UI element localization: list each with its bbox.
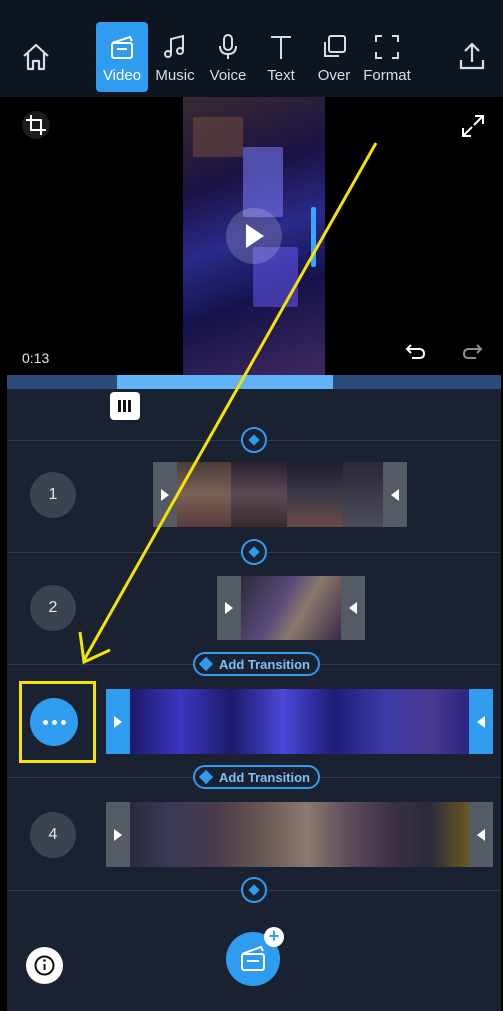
chevron-left-icon (477, 828, 485, 841)
play-icon (246, 224, 264, 248)
playback-time: 0:13 (22, 350, 50, 366)
trim-handle-left[interactable] (106, 802, 130, 867)
clip-number-badge[interactable]: 1 (30, 472, 76, 518)
trim-handle-right[interactable] (469, 802, 493, 867)
undo-button[interactable] (405, 341, 427, 361)
add-clip-button[interactable]: + (226, 927, 284, 986)
trim-handle-right[interactable] (383, 462, 407, 527)
clip-number-badge[interactable]: 4 (30, 812, 76, 858)
plus-icon: + (264, 927, 284, 947)
chevron-left-icon (391, 488, 399, 501)
chevron-right-icon (114, 828, 122, 841)
clapperboard-icon (111, 35, 133, 59)
redo-button[interactable] (461, 341, 483, 361)
add-transition-label: Add Transition (219, 769, 310, 785)
tab-text[interactable]: Text (255, 22, 307, 92)
chevron-right-icon (225, 602, 233, 614)
clip-number: 4 (48, 826, 58, 843)
expand-icon (462, 115, 484, 137)
highlight-box (19, 681, 96, 763)
play-button[interactable] (226, 208, 282, 264)
chevron-left-icon (349, 602, 357, 614)
trim-handle-right[interactable] (469, 689, 493, 754)
tab-label: Voice (209, 67, 247, 84)
add-transition-button[interactable]: Add Transition (193, 765, 320, 789)
add-transition-label: Add Transition (219, 656, 310, 672)
export-button[interactable] (456, 40, 488, 72)
crop-icon (26, 115, 46, 135)
top-toolbar: Video Music Voice Text Over Format (0, 0, 503, 97)
format-frame-icon (375, 35, 399, 59)
playhead-handle[interactable] (110, 392, 140, 420)
tab-label: Over (317, 67, 351, 84)
home-button[interactable] (20, 42, 52, 72)
transition-button[interactable] (241, 539, 267, 565)
chevron-right-icon (114, 715, 122, 728)
transition-button[interactable] (241, 427, 267, 453)
trim-handle-left[interactable] (217, 576, 241, 640)
overlay-icon (324, 35, 346, 57)
info-button[interactable] (26, 947, 63, 984)
clip-number: 2 (48, 599, 58, 616)
text-t-icon (271, 36, 291, 59)
transition-diamond-icon (198, 656, 214, 672)
tab-label: Format (363, 67, 411, 84)
tab-format[interactable]: Format (361, 22, 413, 92)
undo-icon (405, 344, 426, 359)
tab-video[interactable]: Video (96, 22, 148, 92)
redo-icon (462, 344, 483, 359)
upload-icon (459, 42, 485, 70)
crop-button[interactable] (22, 111, 50, 139)
chevron-right-icon (161, 488, 169, 501)
tab-music[interactable]: Music (149, 22, 201, 92)
tab-overlay[interactable]: Over (308, 22, 360, 92)
clip-strip-2[interactable] (217, 576, 365, 640)
scrub-selection (117, 375, 333, 389)
clip-strip-3-selected[interactable] (106, 689, 493, 754)
tab-label: Video (102, 67, 142, 84)
clip-number: 1 (48, 486, 58, 503)
home-icon (23, 43, 49, 71)
tab-label: Text (267, 67, 295, 84)
chevron-left-icon (477, 715, 485, 728)
clip-strip-4[interactable] (106, 802, 493, 867)
tab-label: Music (155, 67, 195, 84)
clip-strip-1[interactable] (153, 462, 407, 527)
fullscreen-button[interactable] (460, 113, 486, 139)
scrub-bar[interactable] (7, 375, 501, 389)
transition-button[interactable] (241, 877, 267, 903)
tab-voice[interactable]: Voice (202, 22, 254, 92)
info-icon (34, 955, 55, 976)
add-transition-button[interactable]: Add Transition (193, 652, 320, 676)
trim-handle-left[interactable] (106, 689, 130, 754)
trim-handle-left[interactable] (153, 462, 177, 527)
transition-diamond-icon (198, 769, 214, 785)
music-note-icon (164, 34, 184, 58)
trim-handle-right[interactable] (341, 576, 365, 640)
video-preview[interactable]: 0:13 (0, 97, 503, 375)
microphone-icon (219, 34, 237, 59)
clip-number-badge[interactable]: 2 (30, 585, 76, 631)
